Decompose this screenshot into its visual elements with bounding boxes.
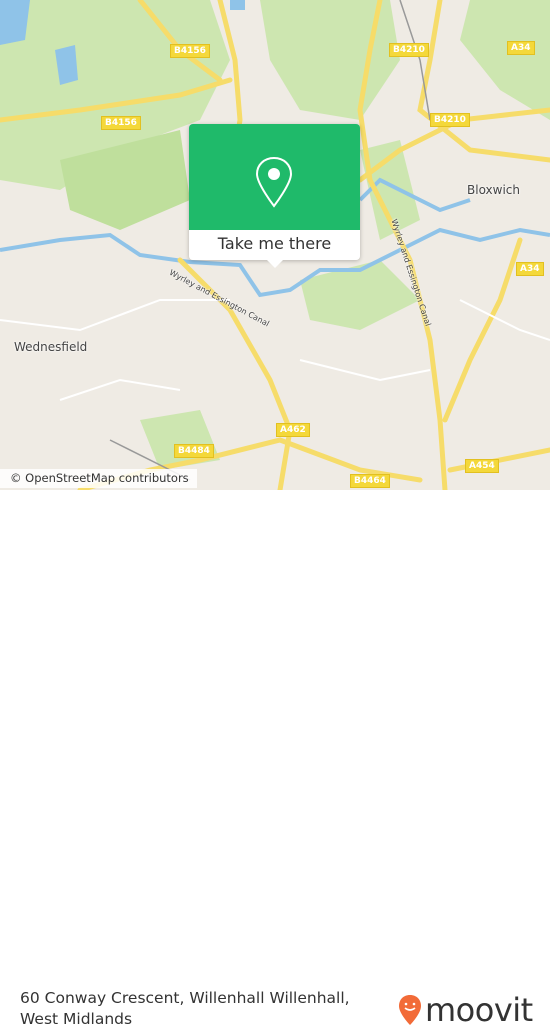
popup-header (189, 124, 360, 230)
map-attribution[interactable]: © OpenStreetMap contributors (0, 469, 197, 488)
map-pin-icon (255, 156, 293, 208)
road-label: B4156 (170, 44, 210, 58)
moovit-logo[interactable]: moovit (398, 990, 533, 1030)
road-label: B4156 (101, 116, 141, 130)
logo-text: moovit (425, 991, 533, 1029)
road-label: A454 (465, 459, 499, 473)
popup-tail (266, 259, 284, 268)
map[interactable]: B4156 B4210 A34 B4156 B4210 A34 A462 B44… (0, 0, 550, 490)
road-label: B4210 (430, 113, 470, 127)
road-label: B4464 (350, 474, 390, 488)
moovit-pin-icon (399, 995, 421, 1025)
location-popup: Take me there (189, 124, 360, 268)
address-text: 60 Conway Crescent, Willenhall Willenhal… (20, 989, 350, 1028)
place-label-wednesfield: Wednesfield (14, 340, 88, 354)
road-label: A462 (276, 423, 310, 437)
road-label: A34 (507, 41, 535, 55)
road-label: B4210 (389, 43, 429, 57)
road-label: B4484 (174, 444, 214, 458)
footer: 60 Conway Crescent, Willenhall Willenhal… (0, 490, 550, 1029)
take-me-there-button[interactable]: Take me there (189, 230, 360, 260)
place-label-bloxwich: Bloxwich (467, 183, 520, 197)
road-label: A34 (516, 262, 544, 276)
